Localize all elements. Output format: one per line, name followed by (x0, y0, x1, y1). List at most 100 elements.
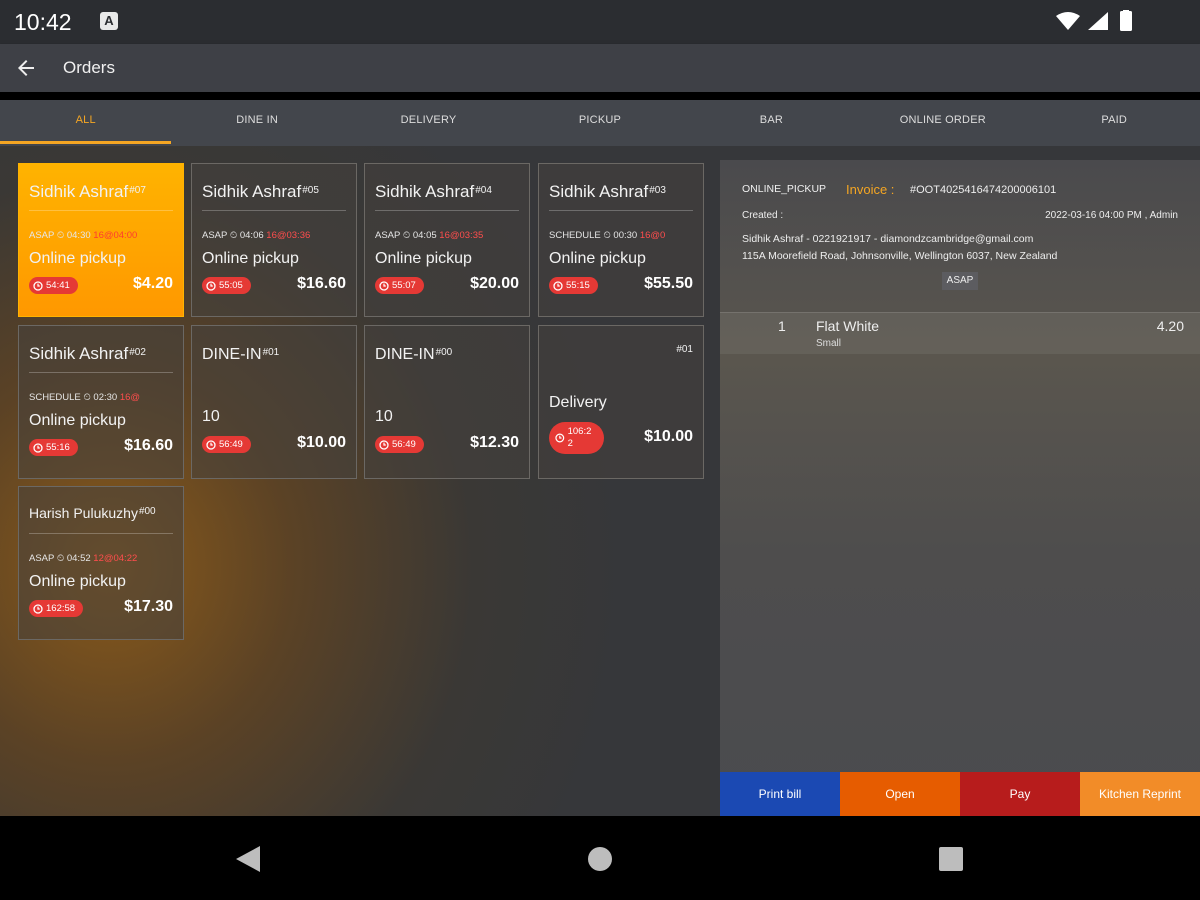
tab-paid[interactable]: PAID (1029, 100, 1200, 146)
print-bill-button[interactable]: Print bill (720, 772, 840, 816)
orders-content: Sidhik Ashraf#07 ASAP ⏲ 04:30 16@04:00 O… (0, 146, 1200, 816)
divider (29, 372, 173, 373)
divider (29, 210, 173, 211)
pay-button[interactable]: Pay (960, 772, 1080, 816)
signal-icon (1088, 12, 1108, 30)
order-customer: DINE-IN#01 (202, 346, 280, 363)
order-schedule: SCHEDULE ⏲ 02:30 16@ (29, 392, 141, 403)
order-source: ONLINE_PICKUP (742, 183, 827, 195)
status-bar: 10:42 A (0, 0, 1200, 44)
open-button[interactable]: Open (840, 772, 960, 816)
clock-icon (206, 439, 216, 450)
order-number: #01 (676, 344, 693, 355)
order-type: Online pickup (29, 573, 126, 590)
tab-bar[interactable]: BAR (686, 100, 857, 146)
divider (549, 210, 693, 211)
order-total: $10.00 (644, 428, 693, 445)
order-schedule: ASAP ⏲ 04:30 16@04:00 (29, 230, 138, 241)
order-number: #01 (262, 347, 280, 358)
order-timer: 106:2 2 (549, 422, 604, 454)
order-total: $20.00 (470, 275, 519, 292)
tab-delivery[interactable]: DELIVERY (343, 100, 514, 146)
wifi-icon (1056, 12, 1080, 30)
nav-recents-icon[interactable] (938, 846, 964, 872)
nav-back-icon[interactable] (234, 844, 262, 874)
order-total: $10.00 (297, 434, 346, 451)
line-item[interactable]: 1 Flat White Small 4.20 (720, 312, 1200, 354)
tab-online-order[interactable]: ONLINE ORDER (857, 100, 1028, 146)
item-quantity: 1 (778, 318, 786, 334)
tab-pickup[interactable]: PICKUP (514, 100, 685, 146)
divider (29, 533, 173, 534)
status-time: 10:42 (14, 9, 72, 35)
order-type: Online pickup (549, 250, 646, 267)
divider (202, 210, 346, 211)
order-timer: 162:58 (29, 600, 84, 617)
order-schedule: SCHEDULE ⏲ 00:30 16@0 (549, 230, 666, 241)
order-total: $55.50 (644, 275, 693, 292)
clock-icon (33, 442, 43, 453)
kitchen-reprint-button[interactable]: Kitchen Reprint (1080, 772, 1200, 816)
order-number: #00 (435, 347, 453, 358)
order-type: Online pickup (29, 412, 126, 429)
order-schedule: ASAP ⏲ 04:52 12@04:22 (29, 553, 138, 564)
order-type: Online pickup (29, 250, 126, 267)
app-bar: Orders (0, 44, 1200, 92)
asap-badge: ASAP (942, 272, 978, 290)
order-card[interactable]: Sidhik Ashraf#04 ASAP ⏲ 04:05 16@03:35 O… (364, 163, 530, 317)
item-name: Flat White (816, 318, 880, 334)
clock-icon (379, 280, 389, 291)
order-total: $16.60 (124, 437, 173, 454)
clock-icon (33, 603, 43, 614)
order-timer: 55:16 (29, 439, 78, 456)
order-card[interactable]: Sidhik Ashraf#02 SCHEDULE ⏲ 02:30 16@ On… (18, 325, 184, 479)
tab-dine-in[interactable]: DINE IN (171, 100, 342, 146)
order-type: Delivery (549, 394, 607, 411)
action-bar: Print bill Open Pay Kitchen Reprint (720, 772, 1200, 816)
invoice-number: #OOT4025416474200006101 (910, 184, 1057, 196)
order-number: #05 (302, 185, 319, 196)
order-total: $12.30 (470, 434, 519, 451)
table-number: 10 (202, 408, 220, 425)
clock-icon (379, 439, 389, 450)
order-number: #00 (138, 506, 156, 517)
tab-all[interactable]: ALL (0, 100, 172, 146)
navigation-bar (0, 816, 1200, 900)
order-total: $4.20 (132, 275, 173, 292)
order-card[interactable]: DINE-IN#00 10 56:49 $12.30 (364, 325, 530, 479)
invoice-label: Invoice : (846, 182, 895, 197)
order-detail-panel: ONLINE_PICKUP Invoice : #OOT402541647420… (720, 160, 1200, 816)
order-number: #02 (129, 347, 146, 358)
order-card[interactable]: Harish Pulukuzhy#00 ASAP ⏲ 04:52 12@04:2… (18, 486, 184, 640)
battery-icon (1120, 9, 1132, 31)
order-card[interactable]: Sidhik Ashraf#03 SCHEDULE ⏲ 00:30 16@0 O… (538, 163, 704, 317)
order-card[interactable]: Sidhik Ashraf#07 ASAP ⏲ 04:30 16@04:00 O… (18, 163, 184, 317)
order-customer: Harish Pulukuzhy#00 (29, 505, 156, 521)
page-title: Orders (63, 58, 115, 77)
order-schedule: ASAP ⏲ 04:05 16@03:35 (375, 230, 484, 241)
order-card[interactable]: Sidhik Ashraf#05 ASAP ⏲ 04:06 16@03:36 O… (191, 163, 357, 317)
clock-icon (555, 433, 565, 443)
order-card[interactable]: #01 Delivery 106:2 2 $10.00 (538, 325, 704, 479)
order-timer: 56:49 (375, 436, 424, 453)
order-customer: Sidhik Ashraf#02 (29, 344, 146, 363)
order-timer: 55:07 (375, 277, 424, 294)
order-type: Online pickup (202, 250, 299, 267)
order-timer: 55:15 (549, 277, 598, 294)
nav-home-icon[interactable] (587, 846, 613, 872)
order-number: #04 (475, 185, 492, 196)
order-customer: Sidhik Ashraf#04 (375, 182, 492, 201)
back-arrow-icon[interactable] (14, 56, 38, 80)
order-card[interactable]: DINE-IN#01 10 56:49 $10.00 (191, 325, 357, 479)
order-customer: Sidhik Ashraf#05 (202, 182, 319, 201)
order-total: $17.30 (124, 598, 173, 615)
table-number: 10 (375, 408, 393, 425)
order-number: #07 (129, 185, 146, 196)
order-type: Online pickup (375, 250, 472, 267)
clock-icon (206, 280, 216, 291)
order-number: #03 (649, 185, 666, 196)
order-customer: DINE-IN#00 (375, 346, 453, 363)
order-customer: Sidhik Ashraf#03 (549, 182, 666, 201)
order-timer: 55:05 (202, 277, 251, 294)
status-icons (1054, 9, 1154, 39)
